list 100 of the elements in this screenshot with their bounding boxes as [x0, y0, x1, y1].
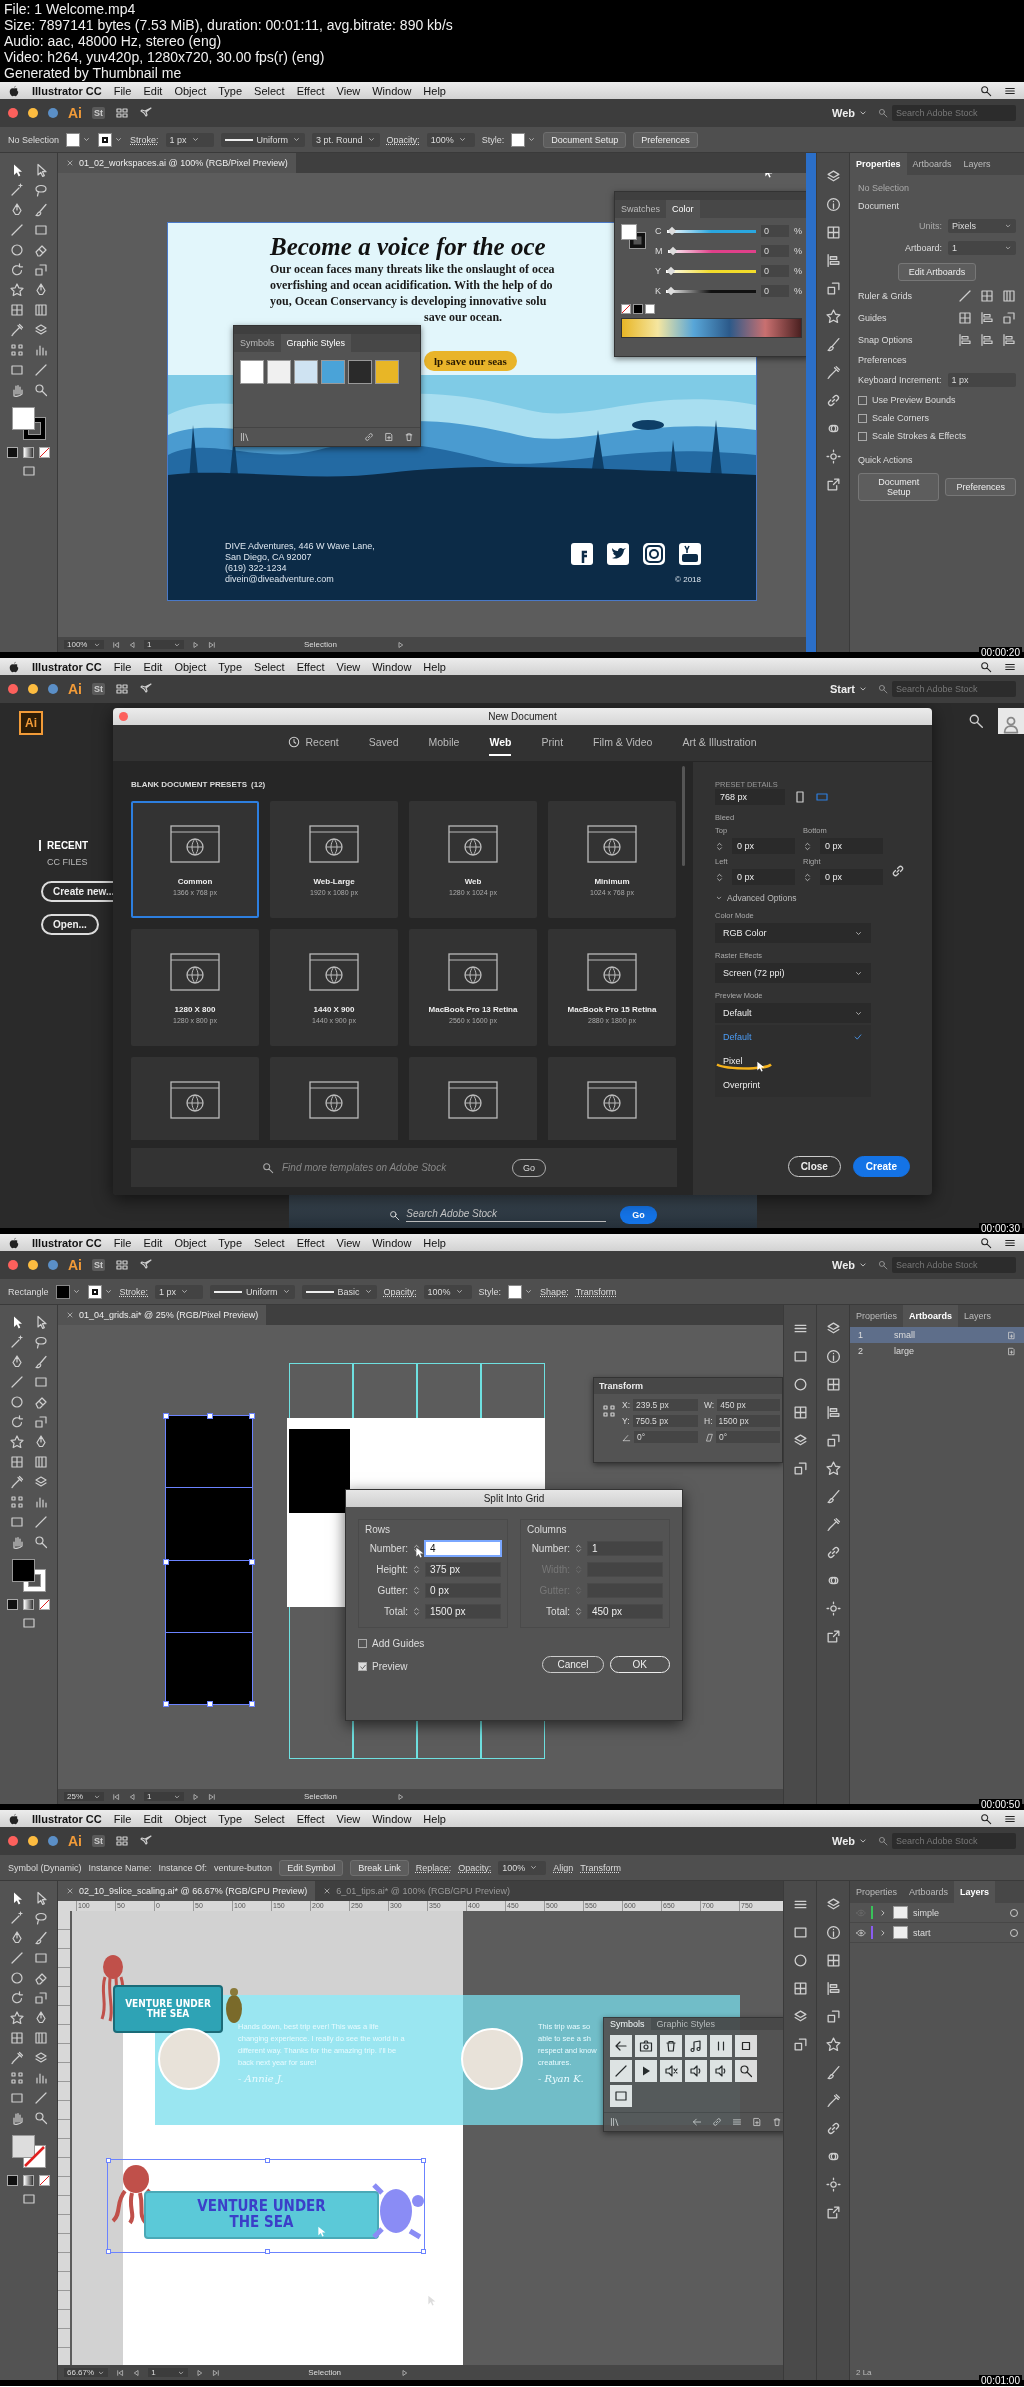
edit-artboards-button[interactable]: Edit Artboards — [897, 263, 977, 281]
height-field[interactable]: 768 px — [715, 789, 785, 805]
menu-item[interactable]: Window — [372, 84, 412, 97]
category-tab[interactable]: Print — [541, 730, 564, 756]
zoom-dropdown[interactable]: 25% — [64, 1792, 104, 1801]
menu-item[interactable]: Select — [254, 660, 285, 673]
artboard-row[interactable]: 1 small — [850, 1327, 1024, 1343]
menu-item[interactable]: Help — [423, 1812, 446, 1825]
menu-item[interactable]: Window — [372, 660, 412, 673]
stock-search-field[interactable]: Search Adobe Stock — [892, 1257, 1016, 1273]
panel-tab[interactable]: Artboards — [903, 1881, 955, 1903]
increment-field[interactable]: 1 px — [947, 373, 1016, 387]
menu-item[interactable]: Edit — [143, 1812, 163, 1825]
stock-search-field[interactable]: Search Adobe Stock — [406, 1208, 607, 1222]
bleed-field[interactable]: 0 px — [732, 838, 795, 854]
artboard-row[interactable]: 2 large — [850, 1343, 1024, 1359]
transform-field[interactable]: 1500 px — [715, 1415, 780, 1427]
artboard-dropdown[interactable]: 1 — [144, 1792, 184, 1801]
quick-action-button[interactable]: Document Setup — [858, 473, 940, 501]
stock-search-field[interactable]: Search Adobe Stock — [892, 105, 1016, 121]
panel-link[interactable]: Stroke: — [119, 1286, 149, 1297]
panel-link[interactable]: Align — [553, 1862, 574, 1873]
menu-item[interactable]: Object — [174, 1812, 207, 1825]
panel-link[interactable]: Opacity: — [386, 134, 420, 145]
number-field[interactable]: 4 — [425, 1541, 501, 1556]
stroke-style-dropdown[interactable]: Basic — [301, 1284, 377, 1299]
value-field[interactable]: 100% — [426, 132, 475, 147]
sidebar-item[interactable]: RECENT — [39, 840, 89, 851]
panel-tab[interactable]: Graphic Styles — [280, 334, 352, 352]
workspace-switcher[interactable]: Web — [831, 1259, 868, 1271]
menu-option[interactable]: Overprint — [715, 1073, 871, 1097]
category-tab[interactable]: Web — [489, 730, 512, 756]
bleed-field[interactable]: 0 px — [732, 869, 795, 885]
dialog-button[interactable]: OK — [609, 1656, 670, 1673]
sidebar-item[interactable]: CC FILES — [47, 857, 88, 867]
category-tab[interactable]: Art & Illustration — [682, 730, 757, 756]
panel-tab[interactable]: Properties — [850, 153, 907, 175]
transform-field[interactable]: 750.5 px — [632, 1415, 698, 1427]
channel-value[interactable]: 0 — [761, 245, 789, 257]
menu-item[interactable]: Type — [218, 1812, 243, 1825]
workspace-switcher[interactable]: Web — [831, 1835, 868, 1847]
number-field[interactable]: 375 px — [425, 1562, 501, 1577]
number-field[interactable]: 1500 px — [425, 1604, 501, 1619]
category-tab[interactable]: Recent — [288, 730, 339, 756]
stroke-style-dropdown[interactable]: Uniform — [210, 1284, 295, 1299]
app-menu[interactable]: Illustrator CC — [32, 1236, 102, 1249]
quick-action-button[interactable]: Preferences — [945, 478, 1016, 496]
dialog-button[interactable]: Create — [852, 1156, 910, 1177]
panel-tab[interactable]: Artboards — [903, 1305, 959, 1327]
menu-item[interactable]: Effect — [296, 1812, 325, 1825]
toolbar-button[interactable]: Break Link — [350, 1859, 409, 1876]
menu-option[interactable]: Pixel — [715, 1049, 871, 1073]
toolbar-button[interactable]: Edit Symbol — [279, 1859, 344, 1876]
menu-item[interactable]: Edit — [143, 660, 163, 673]
menu-item[interactable]: Type — [218, 1236, 243, 1249]
template-search-field[interactable]: Find more templates on Adobe Stock — [280, 1161, 494, 1174]
menu-item[interactable]: View — [336, 1236, 361, 1249]
category-tab[interactable]: Mobile — [428, 730, 460, 756]
angle-field[interactable]: 0° — [634, 1431, 698, 1443]
menu-item[interactable]: File — [113, 660, 132, 673]
value-field[interactable]: 1 px — [155, 1284, 204, 1299]
panel-link[interactable]: Transform — [575, 1286, 617, 1297]
panel-tab[interactable]: Layers — [957, 153, 997, 175]
panel-tab[interactable]: Layers — [954, 1881, 996, 1903]
menu-item[interactable]: Window — [372, 1236, 412, 1249]
menu-item[interactable]: Edit — [143, 84, 163, 97]
menu-item[interactable]: Help — [423, 660, 446, 673]
menu-item[interactable]: Object — [174, 660, 207, 673]
menu-item[interactable]: Object — [174, 84, 207, 97]
stock-search-field[interactable]: Search Adobe Stock — [892, 681, 1016, 697]
menu-item[interactable]: Help — [423, 84, 446, 97]
stroke-style-dropdown[interactable]: Uniform — [220, 132, 306, 147]
transform-field[interactable]: 450 px — [717, 1399, 780, 1411]
panel-tab[interactable]: Symbols — [234, 334, 281, 352]
panel-tab[interactable]: Properties — [850, 1305, 904, 1327]
channel-value[interactable]: 0 — [761, 265, 789, 277]
toolbar-button[interactable]: Document Setup — [543, 131, 627, 148]
panel-tab[interactable]: Artboards — [906, 153, 958, 175]
document-tab[interactable]: 01_04_grids.ai* @ 25% (RGB/Pixel Preview) — [58, 1305, 267, 1325]
layer-name[interactable]: simple — [913, 1907, 939, 1918]
stock-search-field[interactable]: Search Adobe Stock — [892, 1833, 1016, 1849]
go-button[interactable]: Go — [620, 1206, 657, 1224]
bleed-field[interactable]: 0 px — [820, 838, 883, 854]
panel-tab[interactable]: Graphic Styles — [650, 2018, 722, 2030]
category-tab[interactable]: Saved — [368, 730, 399, 756]
document-tab[interactable]: 02_10_9slice_scaling.ai* @ 66.67% (RGB/GPU Preview) — [58, 1881, 316, 1901]
zoom-dropdown[interactable]: 100% — [64, 640, 104, 649]
menu-item[interactable]: Help — [423, 1236, 446, 1249]
menu-item[interactable]: Edit — [143, 1236, 163, 1249]
value-field[interactable]: 100% — [423, 1284, 472, 1299]
workspace-switcher[interactable]: Start — [829, 683, 868, 695]
menu-item[interactable]: Select — [254, 84, 285, 97]
number-field[interactable]: 1 — [587, 1541, 663, 1556]
value-field[interactable]: 100% — [498, 1860, 547, 1875]
panel-tab[interactable]: Symbols — [604, 2018, 651, 2030]
units-dropdown[interactable]: Pixels — [948, 219, 1016, 233]
menu-item[interactable]: File — [113, 1812, 132, 1825]
artboard-dropdown[interactable]: 1 — [148, 2368, 189, 2377]
number-field[interactable]: 0 px — [425, 1583, 501, 1598]
menu-item[interactable]: File — [113, 1236, 132, 1249]
